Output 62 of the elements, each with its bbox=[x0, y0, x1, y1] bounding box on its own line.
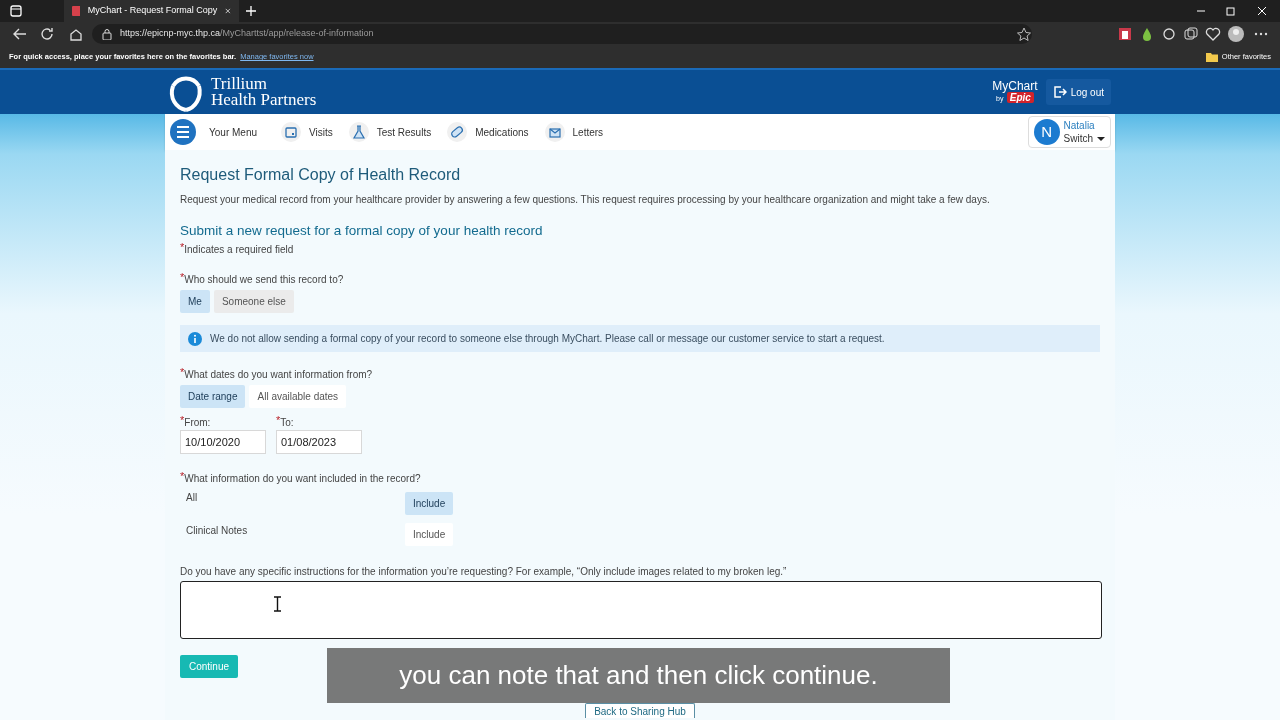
required-mark: * bbox=[180, 270, 185, 286]
extension-icon[interactable] bbox=[1116, 25, 1134, 43]
collections-icon[interactable] bbox=[1182, 25, 1200, 43]
required-note: Indicates a required field bbox=[184, 244, 294, 258]
instructions-field[interactable] bbox=[180, 581, 1102, 640]
envelope-icon bbox=[544, 122, 565, 142]
organization-name: Health Partners bbox=[211, 92, 317, 108]
required-mark: * bbox=[180, 469, 185, 485]
folder-icon bbox=[1205, 52, 1218, 62]
record-type-label: Clinical Notes bbox=[185, 524, 249, 539]
caret-icon bbox=[1097, 135, 1105, 142]
menu-icon bbox=[169, 118, 197, 146]
user-switcher[interactable]: N Natalia Switch bbox=[1027, 116, 1111, 148]
switch-label: Switch bbox=[1063, 132, 1093, 145]
lock-icon bbox=[102, 28, 112, 40]
page-title: Request Formal Copy of Health Record bbox=[180, 165, 462, 185]
question-label: From: bbox=[184, 417, 211, 431]
required-mark: * bbox=[180, 413, 185, 429]
user-name: Natalia bbox=[1063, 119, 1096, 132]
nav-link[interactable]: Visits bbox=[281, 122, 333, 142]
option-button[interactable]: Me bbox=[180, 290, 210, 314]
include-button[interactable]: Include bbox=[405, 492, 454, 516]
question-label: To: bbox=[280, 417, 294, 431]
required-mark: * bbox=[180, 240, 185, 256]
nav-link[interactable]: Test Results bbox=[348, 122, 432, 142]
info-icon bbox=[188, 331, 202, 346]
browser-tab[interactable]: MyChart - Request Formal Copy bbox=[64, 0, 239, 22]
user-avatar: N bbox=[1033, 119, 1060, 145]
address-bar[interactable]: https://epicnp-myc.thp.ca/MyCharttst/app/release-of-information bbox=[92, 24, 1032, 44]
date-field[interactable]: 01/08/2023 bbox=[276, 430, 362, 455]
date-field[interactable]: 10/10/2020 bbox=[180, 430, 266, 455]
nav-link[interactable]: Medications bbox=[447, 122, 529, 142]
star-icon[interactable] bbox=[1016, 27, 1032, 41]
calendar-icon bbox=[281, 122, 301, 142]
record-type-label: All bbox=[185, 491, 199, 506]
instructions-label: Do you have any specific instructions for the information you’re requesting? For example, “Only include images related to my broken leg.” bbox=[180, 565, 788, 580]
mychart-tab-icon bbox=[72, 6, 80, 16]
profile-icon[interactable] bbox=[1226, 24, 1246, 44]
option-button[interactable]: Someone else bbox=[213, 290, 294, 314]
question-label: Who should we send this record to? bbox=[184, 274, 344, 288]
menu-button[interactable]: Your Menu bbox=[169, 118, 257, 146]
option-button[interactable]: Date range bbox=[180, 385, 246, 409]
notice-text: We do not allow sending a formal copy of your record to someone else through MyChart. Please call or message our customer service to start a request. bbox=[210, 332, 885, 347]
pill-icon bbox=[447, 122, 468, 142]
organization-name: Trillium bbox=[211, 76, 269, 92]
flask-icon bbox=[348, 122, 369, 142]
text-cursor-icon bbox=[273, 596, 282, 613]
back-to-sharing-hub-button[interactable]: Back to Sharing Hub bbox=[585, 703, 695, 719]
logout-icon bbox=[1052, 85, 1067, 99]
close-icon[interactable] bbox=[225, 7, 231, 15]
form-title: Submit a new request for a formal copy of your health record bbox=[180, 223, 544, 240]
required-mark: * bbox=[180, 365, 185, 381]
option-button[interactable]: All available dates bbox=[249, 385, 347, 409]
include-button[interactable]: Include bbox=[405, 523, 454, 547]
page-description: Request your medical record from your healthcare provider by answering a few questions. This request requires processing by your healthcare organization and might take a few days. bbox=[180, 193, 991, 208]
question-label: What information do you want included in the record? bbox=[184, 473, 421, 487]
logout-button[interactable]: Log out bbox=[1045, 79, 1111, 105]
heart-icon[interactable] bbox=[1204, 25, 1222, 43]
nav-link[interactable]: Letters bbox=[544, 122, 604, 142]
video-caption: you can note that and then click continue. bbox=[327, 648, 950, 703]
required-mark: * bbox=[276, 413, 281, 429]
question-label: What dates do you want information from? bbox=[184, 369, 373, 383]
